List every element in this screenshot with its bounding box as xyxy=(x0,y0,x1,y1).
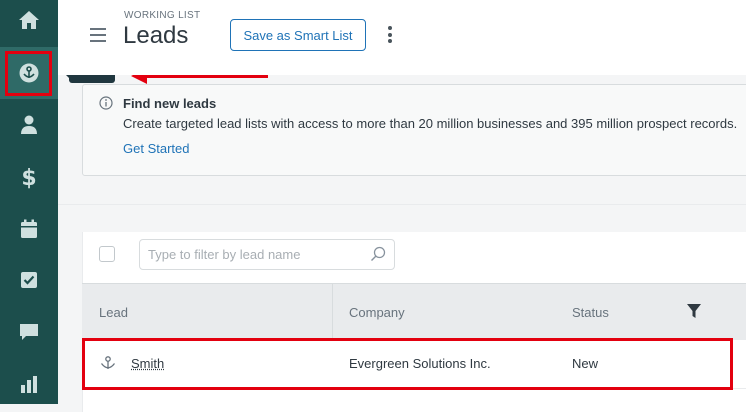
checkbox-icon[interactable] xyxy=(0,260,58,300)
more-options-icon[interactable] xyxy=(386,26,394,46)
hamburger-menu-icon[interactable] xyxy=(90,28,106,42)
banner-description: Create targeted lead lists with access t… xyxy=(123,116,738,131)
section-divider xyxy=(58,204,746,205)
svg-text:$: $ xyxy=(21,166,36,189)
leads-nav-highlight-box xyxy=(5,51,52,96)
table-header xyxy=(82,283,746,341)
info-icon xyxy=(99,96,113,110)
bar-chart-icon[interactable] xyxy=(0,364,58,404)
lead-row-highlight-box xyxy=(82,338,733,390)
dollar-icon[interactable]: $ xyxy=(0,157,58,197)
home-icon[interactable] xyxy=(0,0,58,40)
column-header-status[interactable]: Status xyxy=(572,305,609,320)
page-title: Leads xyxy=(123,22,189,49)
working-list-label: WORKING LIST xyxy=(124,10,201,21)
column-header-lead[interactable]: Lead xyxy=(99,305,128,320)
person-icon[interactable] xyxy=(0,105,58,145)
save-as-smart-list-button[interactable]: Save as Smart List xyxy=(230,19,366,51)
filter-funnel-icon[interactable] xyxy=(686,303,702,319)
banner-title: Find new leads xyxy=(123,96,217,111)
select-all-checkbox[interactable] xyxy=(99,246,115,262)
search-icon xyxy=(371,246,386,261)
chat-icon[interactable] xyxy=(0,312,58,352)
get-started-link[interactable]: Get Started xyxy=(123,141,189,156)
column-header-company[interactable]: Company xyxy=(349,305,405,320)
lead-filter-input[interactable] xyxy=(139,239,395,270)
calendar-icon[interactable] xyxy=(0,209,58,249)
